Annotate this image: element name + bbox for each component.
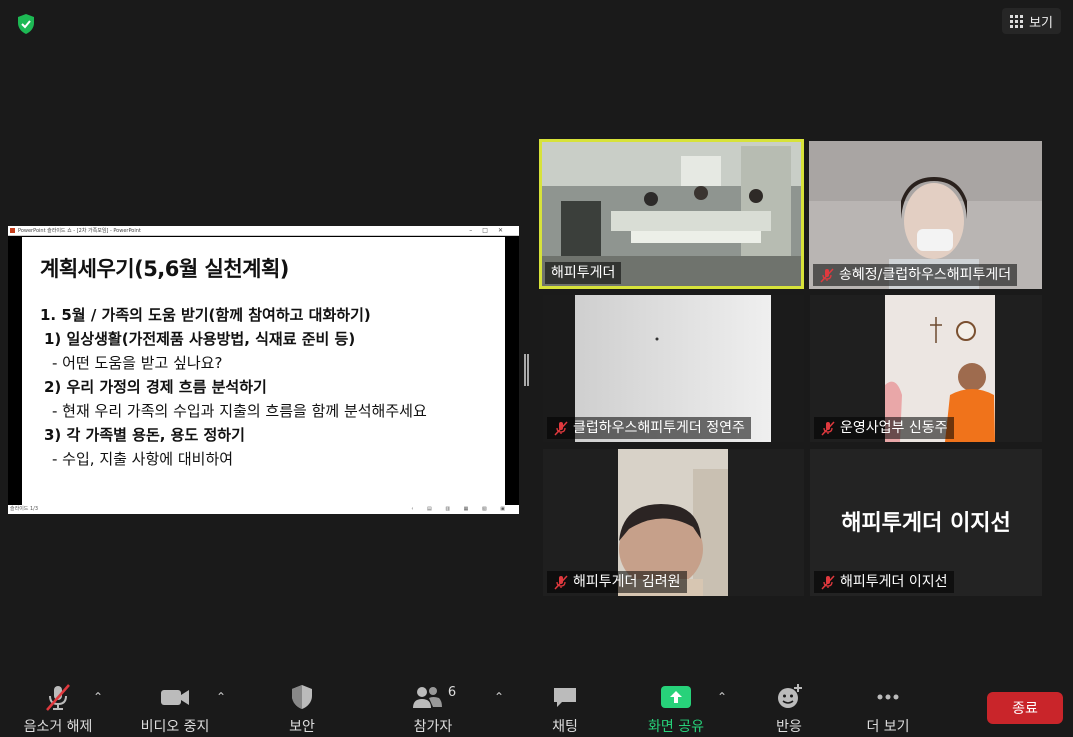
shared-window-title: PowerPoint 슬라이드 쇼 - [2차 가족모임] - PowerPoi… bbox=[18, 228, 141, 234]
people-icon bbox=[412, 687, 442, 708]
presentation-slide: 계획세우기(5,6월 실천계획) 1. 5월 / 가족의 도움 받기(함께 참여… bbox=[22, 237, 505, 505]
slide-line: 1) 일상생활(가전제품 사용방법, 식재료 준비 등) bbox=[44, 330, 356, 348]
participant-name-tag: 해피투게더 이지선 bbox=[814, 571, 954, 593]
video-tile[interactable]: 송혜정/클럽하우스해피투게더 bbox=[809, 141, 1042, 289]
slide-line: 1. 5월 / 가족의 도움 받기(함께 참여하고 대화하기) bbox=[40, 306, 371, 324]
resize-splitter[interactable] bbox=[524, 354, 529, 386]
audio-options-chevron-icon[interactable]: ⌃ bbox=[93, 690, 103, 704]
reactions-label: 반응 bbox=[776, 719, 802, 735]
slide-line: - 현재 우리 가족의 수입과 지출의 흐름을 함께 분석해주세요 bbox=[52, 402, 427, 420]
slide-line: - 수입, 지출 사항에 대비하여 bbox=[52, 450, 234, 468]
participant-name-tag: 해피투게더 bbox=[545, 262, 622, 284]
smiley-icon bbox=[778, 684, 802, 708]
participant-name: 송혜정/클럽하우스해피투게더 bbox=[839, 267, 1012, 283]
view-button[interactable]: 보기 bbox=[1002, 8, 1061, 34]
end-meeting-label: 종료 bbox=[1012, 701, 1038, 717]
window-controls-icon: –□✕ bbox=[469, 227, 513, 234]
slide-title: 계획세우기(5,6월 실천계획) bbox=[40, 257, 289, 281]
shared-screen[interactable]: PowerPoint 슬라이드 쇼 - [2차 가족모임] - PowerPoi… bbox=[8, 226, 519, 514]
participants-label: 참가자 bbox=[413, 719, 453, 735]
share-screen-icon bbox=[661, 686, 691, 708]
stop-video-label: 비디오 중지 bbox=[140, 719, 210, 735]
participants-icon-group: 6 bbox=[410, 682, 456, 712]
participant-name-tag: 송혜정/클럽하우스해피투게더 bbox=[813, 264, 1018, 286]
stop-video-button[interactable]: 비디오 중지 bbox=[125, 682, 225, 736]
powerpoint-icon bbox=[10, 228, 15, 233]
shared-window-titlebar: PowerPoint 슬라이드 쇼 - [2차 가족모임] - PowerPoi… bbox=[8, 226, 519, 236]
participant-name-tag: 클럽하우스해피투게더 정연주 bbox=[547, 417, 751, 439]
grid-icon bbox=[1010, 14, 1024, 28]
slide-line: - 어떤 도움을 받고 싶나요? bbox=[52, 354, 223, 372]
video-camera-icon bbox=[161, 690, 189, 705]
participants-count: 6 bbox=[447, 684, 457, 700]
slide-line: 2) 우리 가정의 경제 흐름 분석하기 bbox=[44, 378, 267, 396]
view-label: 보기 bbox=[1029, 15, 1053, 31]
mic-muted-icon bbox=[821, 575, 835, 590]
share-options-chevron-icon[interactable]: ⌃ bbox=[717, 690, 727, 704]
participant-name: 해피투게더 이지선 bbox=[840, 574, 948, 590]
video-tile[interactable]: 클럽하우스해피투게더 정연주 bbox=[543, 295, 804, 442]
mic-muted-icon bbox=[554, 575, 568, 590]
participant-name: 해피투게더 bbox=[551, 265, 616, 281]
share-screen-label: 화면 공유 bbox=[648, 719, 704, 735]
more-label: 더 보기 bbox=[866, 719, 910, 735]
shield-icon bbox=[292, 685, 312, 709]
meeting-toolbar: 음소거 해제 ⌃ 비디오 중지 ⌃ 보안 6 참가자 ⌃ 채팅 화면 공유 ⌃ … bbox=[0, 670, 1073, 737]
mic-muted-icon bbox=[46, 684, 70, 711]
reactions-button[interactable]: 반응 bbox=[739, 682, 839, 736]
video-tile[interactable]: 해피투게더 bbox=[539, 139, 804, 289]
video-tile[interactable]: 운영사업부 신동주 bbox=[810, 295, 1042, 442]
participant-display-name: 해피투게더 이지선 bbox=[841, 511, 1011, 536]
end-meeting-button[interactable]: 종료 bbox=[987, 692, 1063, 724]
participant-name: 클럽하우스해피투게더 정연주 bbox=[573, 420, 745, 436]
video-tile[interactable]: 해피투게더 이지선 해피투게더 이지선 bbox=[810, 449, 1042, 596]
participant-name: 운영사업부 신동주 bbox=[840, 420, 948, 436]
slide-line: 3) 각 가족별 용돈, 용도 정하기 bbox=[44, 426, 245, 444]
video-options-chevron-icon[interactable]: ⌃ bbox=[216, 690, 226, 704]
encryption-shield-icon[interactable] bbox=[14, 12, 38, 36]
participant-name-tag: 운영사업부 신동주 bbox=[814, 417, 954, 439]
more-button[interactable]: 더 보기 bbox=[838, 682, 938, 736]
participants-button[interactable]: 6 참가자 bbox=[383, 682, 483, 736]
chat-button[interactable]: 채팅 bbox=[515, 682, 615, 736]
security-button[interactable]: 보안 bbox=[252, 682, 352, 736]
participant-name-tag: 해피투게더 김려원 bbox=[547, 571, 687, 593]
slide-counter: 슬라이드 1/3 bbox=[10, 506, 39, 512]
participant-name: 해피투게더 김려원 bbox=[573, 574, 681, 590]
share-screen-button[interactable]: 화면 공유 bbox=[626, 682, 726, 736]
security-label: 보안 bbox=[289, 719, 315, 735]
slideshow-controls-icon: ‹ ▤ ▥ ▦ ▧ ▣ bbox=[411, 506, 511, 512]
mic-muted-icon bbox=[554, 421, 568, 436]
participants-options-chevron-icon[interactable]: ⌃ bbox=[494, 690, 504, 704]
chat-label: 채팅 bbox=[552, 719, 578, 735]
more-dots-icon bbox=[877, 694, 899, 700]
unmute-label: 음소거 해제 bbox=[23, 719, 93, 735]
video-tile[interactable]: 해피투게더 김려원 bbox=[543, 449, 804, 596]
chat-bubble-icon bbox=[554, 688, 576, 707]
mic-muted-icon bbox=[821, 421, 835, 436]
meeting-stage: 보기 PowerPoint 슬라이드 쇼 - [2차 가족모임] - Power… bbox=[0, 0, 1073, 670]
mic-muted-icon bbox=[820, 268, 834, 283]
shared-window-statusbar: 슬라이드 1/3 ‹ ▤ ▥ ▦ ▧ ▣ bbox=[8, 505, 519, 514]
